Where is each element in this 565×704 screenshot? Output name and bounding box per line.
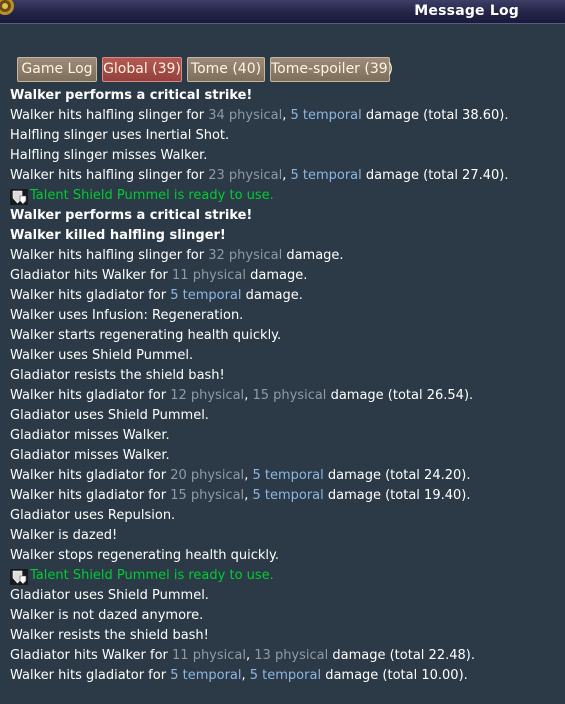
- log-text: Walker resists the shield bash!: [10, 628, 209, 643]
- log-line: Walker hits gladiator for 15 physical, 5…: [10, 486, 560, 506]
- log-line: Gladiator uses Shield Pummel.: [10, 406, 560, 426]
- window-title: Message Log: [414, 3, 519, 19]
- log-text: ,: [241, 668, 250, 683]
- log-line: Gladiator uses Shield Pummel.: [10, 586, 560, 606]
- shield-pummel-icon: [10, 569, 28, 585]
- log-line: Walker hits halfling slinger for 32 phys…: [10, 246, 560, 266]
- physical-damage-value: 23 physical: [208, 168, 283, 183]
- log-text: Walker hits gladiator for: [10, 388, 171, 403]
- log-text: Gladiator uses Repulsion.: [10, 508, 176, 523]
- log-line: Walker is not dazed anymore.: [10, 606, 560, 626]
- log-line: Walker is dazed!: [10, 526, 560, 546]
- physical-damage-value: 34 physical: [208, 108, 283, 123]
- physical-damage-value: 13 physical: [254, 648, 329, 663]
- log-line: Walker hits gladiator for 5 temporal dam…: [10, 286, 560, 306]
- log-line: Walker hits halfling slinger for 23 phys…: [10, 166, 560, 186]
- shield-pummel-icon: [10, 189, 28, 205]
- log-text: damage.: [282, 248, 344, 263]
- log-line: Walker uses Shield Pummel.: [10, 346, 560, 366]
- log-text: damage (total 22.48).: [328, 648, 475, 663]
- physical-damage-value: 20 physical: [170, 468, 245, 483]
- log-text: Walker performs a critical strike!: [10, 88, 253, 103]
- log-text: Gladiator misses Walker.: [10, 448, 170, 463]
- tab-tome[interactable]: Tome (40): [187, 57, 265, 82]
- log-text: damage (total 38.60).: [361, 108, 509, 123]
- log-text: damage (total 27.40).: [361, 168, 509, 183]
- log-text: damage (total 24.20).: [323, 468, 471, 483]
- log-line: Gladiator uses Repulsion.: [10, 506, 560, 526]
- log-line: Walker killed halfling slinger!: [10, 226, 560, 246]
- log-text: Walker hits gladiator for: [10, 468, 171, 483]
- log-text: Walker hits halfling slinger for: [10, 108, 209, 123]
- log-text: damage (total 26.54).: [326, 388, 474, 403]
- game-emblem-icon: [0, 0, 14, 15]
- log-line: Gladiator misses Walker.: [10, 426, 560, 446]
- log-text: damage (total 10.00).: [321, 668, 468, 683]
- log-line: Gladiator hits Walker for 11 physical da…: [10, 266, 560, 286]
- log-text: damage.: [241, 288, 303, 303]
- log-text: Walker killed halfling slinger!: [10, 228, 226, 243]
- physical-damage-value: 11 physical: [172, 648, 246, 663]
- temporal-damage-value: 5 temporal: [290, 168, 362, 183]
- log-text: Gladiator misses Walker.: [10, 428, 170, 443]
- log-line: Halfling slinger uses Inertial Shot.: [10, 126, 560, 146]
- log-text: Gladiator resists the shield bash!: [10, 368, 225, 383]
- log-text: Walker uses Infusion: Regeneration.: [10, 308, 244, 323]
- physical-damage-value: 12 physical: [170, 388, 245, 403]
- log-line: Halfling slinger misses Walker.: [10, 146, 560, 166]
- log-line: Gladiator hits Walker for 11 physical, 1…: [10, 646, 560, 666]
- physical-damage-value: 15 physical: [170, 488, 245, 503]
- log-text: damage.: [246, 268, 308, 283]
- physical-damage-value: 11 physical: [172, 268, 246, 283]
- tab-game-log[interactable]: Game Log: [17, 57, 97, 82]
- log-text: Walker is dazed!: [10, 528, 118, 543]
- log-text: Walker hits gladiator for: [10, 288, 171, 303]
- log-line: Walker hits gladiator for 5 temporal, 5 …: [10, 666, 560, 686]
- temporal-damage-value: 5 temporal: [252, 488, 324, 503]
- physical-damage-value: 32 physical: [208, 248, 283, 263]
- tab-global[interactable]: Global (39): [102, 57, 182, 82]
- log-line: Walker performs a critical strike!: [10, 206, 560, 226]
- log-text: Walker performs a critical strike!: [10, 208, 253, 223]
- log-line: Gladiator misses Walker.: [10, 446, 560, 466]
- temporal-damage-value: 5 temporal: [249, 668, 322, 683]
- log-text: Walker stops regenerating health quickly…: [10, 548, 279, 563]
- log-text: Talent Shield Pummel is ready to use.: [30, 188, 274, 203]
- log-line: Walker performs a critical strike!: [10, 86, 560, 106]
- log-text: Walker hits gladiator for: [10, 488, 171, 503]
- temporal-damage-value: 5 temporal: [170, 668, 242, 683]
- log-line: Walker uses Infusion: Regeneration.: [10, 306, 560, 326]
- log-line: Walker hits halfling slinger for 34 phys…: [10, 106, 560, 126]
- log-text: Gladiator uses Shield Pummel.: [10, 588, 209, 603]
- log-text: Walker uses Shield Pummel.: [10, 348, 194, 363]
- log-line: Walker hits gladiator for 20 physical, 5…: [10, 466, 560, 486]
- tab-tome-spoiler[interactable]: Tome-spoiler (39): [270, 57, 393, 82]
- log-line: Walker resists the shield bash!: [10, 626, 560, 646]
- log-line: Gladiator resists the shield bash!: [10, 366, 560, 386]
- message-log[interactable]: Walker performs a critical strike! Walker…: [10, 86, 560, 686]
- log-text: Gladiator hits Walker for: [10, 648, 173, 663]
- log-text: Talent Shield Pummel is ready to use.: [30, 568, 274, 583]
- title-bar[interactable]: Message Log: [0, 0, 565, 24]
- log-text: Walker starts regenerating health quickl…: [10, 328, 282, 343]
- log-text: Walker hits halfling slinger for: [10, 248, 209, 263]
- log-text: Gladiator hits Walker for: [10, 268, 173, 283]
- temporal-damage-value: 5 temporal: [290, 108, 362, 123]
- log-text: Halfling slinger misses Walker.: [10, 148, 208, 163]
- physical-damage-value: 15 physical: [252, 388, 327, 403]
- log-text: Walker hits gladiator for: [10, 668, 171, 683]
- talent-ready-message: Talent Shield Pummel is ready to use.: [10, 186, 560, 206]
- log-text: damage (total 19.40).: [323, 488, 471, 503]
- log-text: Walker hits halfling slinger for: [10, 168, 209, 183]
- log-text: Walker is not dazed anymore.: [10, 608, 204, 623]
- log-text: Halfling slinger uses Inertial Shot.: [10, 128, 230, 143]
- log-line: Walker hits gladiator for 12 physical, 1…: [10, 386, 560, 406]
- log-line: Walker starts regenerating health quickl…: [10, 326, 560, 346]
- temporal-damage-value: 5 temporal: [170, 288, 242, 303]
- temporal-damage-value: 5 temporal: [252, 468, 324, 483]
- log-line: Walker stops regenerating health quickly…: [10, 546, 560, 566]
- talent-ready-message: Talent Shield Pummel is ready to use.: [10, 566, 560, 586]
- log-text: Gladiator uses Shield Pummel.: [10, 408, 209, 423]
